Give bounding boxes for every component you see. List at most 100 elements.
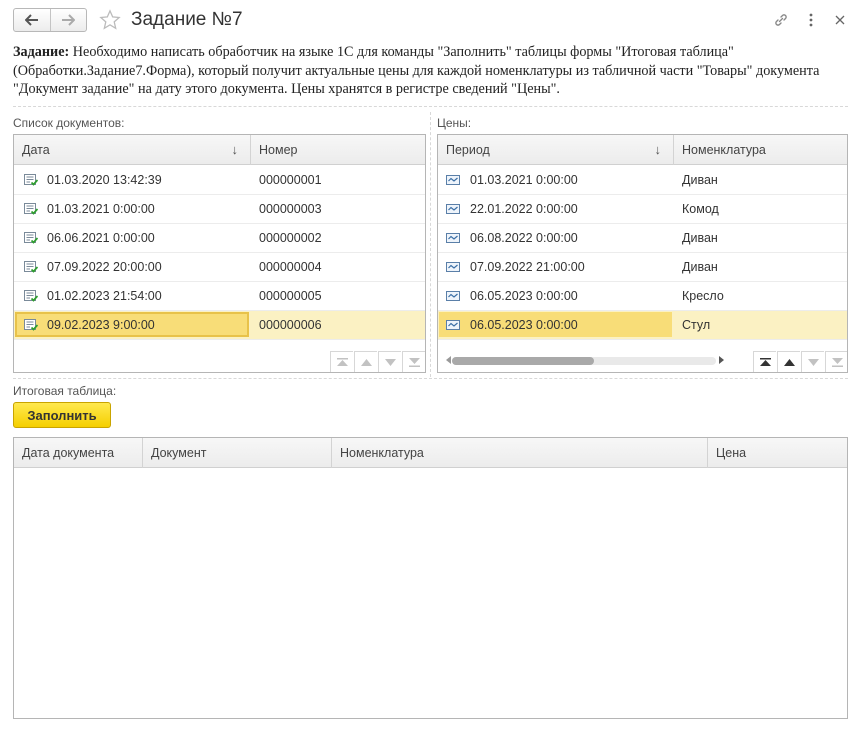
close-button[interactable] [830,10,850,30]
column-header-item[interactable]: Номенклатура [332,438,708,468]
cell-number: 000000005 [259,289,322,303]
posted-document-icon [24,203,38,215]
table-row[interactable]: 01.03.2021 0:00:00 000000003 [14,195,425,224]
cell-period: 06.05.2023 0:00:00 [470,289,578,303]
cell-date: 06.06.2021 0:00:00 [47,231,155,245]
move-down-button[interactable] [801,351,824,372]
cell-number: 000000001 [259,173,322,187]
forward-button[interactable] [49,9,87,31]
cell-period: 06.08.2022 0:00:00 [470,231,578,245]
move-down-icon [807,358,819,366]
more-vertical-icon [809,13,813,27]
posted-document-icon [24,319,38,331]
table-row[interactable]: 09.02.2023 9:00:00 000000006 [14,311,425,340]
column-header-label: Номер [259,143,298,157]
move-up-button[interactable] [777,351,800,372]
prices-table-header: Период ↓ Номенклатура [438,135,847,165]
divider [13,106,848,107]
cell-date: 01.02.2023 21:54:00 [47,289,162,303]
column-header-label: Период [446,143,490,157]
scroll-right-icon[interactable] [719,356,724,364]
move-last-icon [408,357,420,367]
posted-document-icon [24,261,38,273]
link-button[interactable] [771,10,791,30]
table-row[interactable]: 01.02.2023 21:54:00 000000005 [14,282,425,311]
window-title: Задание №7 [131,9,243,30]
star-icon [99,9,121,30]
arrow-left-icon [24,14,38,26]
column-header-period[interactable]: Период ↓ [438,135,674,165]
result-table[interactable]: Дата документа Документ Номенклатура Цен… [13,437,848,719]
documents-table-footer [14,350,425,372]
link-icon [775,14,787,26]
horizontal-scrollbar[interactable] [452,357,716,365]
register-record-icon [446,291,460,301]
fill-button[interactable]: Заполнить [13,402,111,428]
move-first-button[interactable] [330,351,353,372]
column-header-number[interactable]: Номер [251,135,425,165]
cell-date: 09.02.2023 9:00:00 [47,318,155,332]
table-row[interactable]: 22.01.2022 0:00:00 Комод [438,195,847,224]
cell-item: Диван [682,231,718,245]
move-last-icon [831,357,843,367]
more-menu-button[interactable] [801,10,821,30]
sort-down-icon: ↓ [654,142,662,157]
divider [430,112,431,377]
cell-date: 07.09.2022 20:00:00 [47,260,162,274]
column-header-label: Дата [22,143,50,157]
move-first-icon [759,357,771,366]
move-up-button[interactable] [354,351,377,372]
documents-group-label: Список документов: [13,116,125,130]
cell-number: 000000003 [259,202,322,216]
table-row[interactable]: 06.05.2023 0:00:00 Стул [438,311,847,340]
prices-table: Период ↓ Номенклатура 01.03.2021 0:00:00… [437,134,848,373]
table-row[interactable]: 06.05.2023 0:00:00 Кресло [438,282,847,311]
scrollbar-thumb[interactable] [452,357,594,365]
register-record-icon [446,320,460,330]
table-row[interactable]: 07.09.2022 21:00:00 Диван [438,253,847,282]
column-header-date[interactable]: Дата ↓ [14,135,251,165]
result-table-header: Дата документа Документ Номенклатура Цен… [14,438,847,468]
table-row[interactable]: 07.09.2022 20:00:00 000000004 [14,253,425,282]
cell-item: Стул [682,318,711,332]
cell-number: 000000004 [259,260,322,274]
table-row[interactable]: 01.03.2020 13:42:39 000000001 [14,166,425,195]
task-text: Необходимо написать обработчик на языке … [13,44,820,97]
move-up-icon [360,358,372,366]
favorite-button[interactable] [97,8,123,32]
back-button[interactable] [14,9,50,31]
column-header-item[interactable]: Номенклатура [674,135,847,165]
move-first-button[interactable] [753,351,776,372]
cell-item: Диван [682,260,718,274]
table-row[interactable]: 01.03.2021 0:00:00 Диван [438,166,847,195]
cell-item: Кресло [682,289,724,303]
scroll-left-icon[interactable] [446,356,451,364]
column-header-document-date[interactable]: Дата документа [14,438,143,468]
divider [13,378,848,379]
posted-document-icon [24,232,38,244]
move-first-icon [336,357,348,366]
move-down-button[interactable] [378,351,401,372]
table-row[interactable]: 06.08.2022 0:00:00 Диван [438,224,847,253]
register-record-icon [446,204,460,214]
task-label: Задание: [13,44,70,60]
documents-table-header: Дата ↓ Номер [14,135,425,165]
register-record-icon [446,175,460,185]
cell-period: 06.05.2023 0:00:00 [470,318,578,332]
prices-table-footer [438,350,847,372]
move-last-button[interactable] [402,351,425,372]
move-last-button[interactable] [825,351,847,372]
column-header-price[interactable]: Цена [708,438,847,468]
cell-number: 000000002 [259,231,322,245]
prices-group-label: Цены: [437,116,472,130]
cell-item: Комод [682,202,719,216]
table-row[interactable]: 06.06.2021 0:00:00 000000002 [14,224,425,253]
task-description: Задание: Необходимо написать обработчик … [13,43,851,99]
move-down-icon [384,358,396,366]
result-group-label: Итоговая таблица: [13,384,117,398]
cell-item: Диван [682,173,718,187]
posted-document-icon [24,290,38,302]
column-header-document[interactable]: Документ [143,438,332,468]
documents-table: Дата ↓ Номер 01.03.2020 13:42:39 00000000… [13,134,426,373]
arrow-right-icon [62,14,76,26]
